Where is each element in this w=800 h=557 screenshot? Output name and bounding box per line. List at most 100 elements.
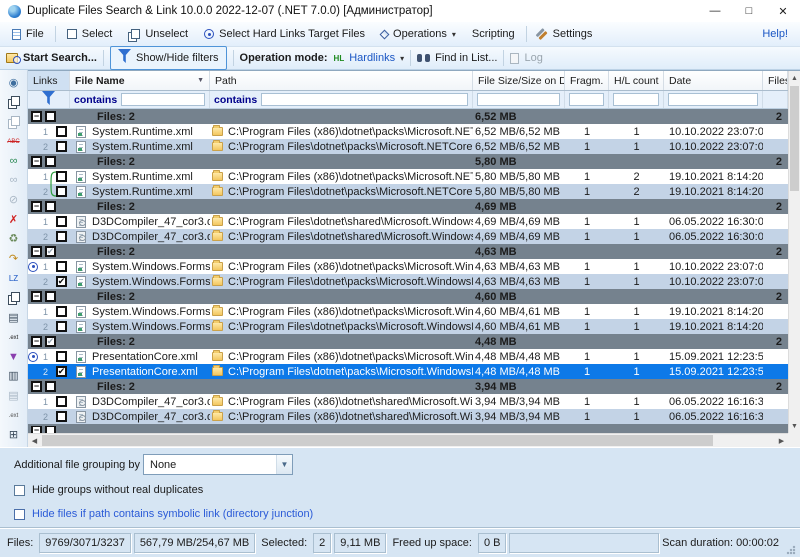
file-checkbox[interactable] (56, 321, 67, 332)
find-in-list-button[interactable]: Find in List... (417, 52, 497, 64)
file-checkbox[interactable] (56, 411, 67, 422)
filter-date-input[interactable] (668, 93, 758, 106)
group-row[interactable]: −Files: 24,60 MB2 (28, 289, 788, 304)
file-row[interactable]: 2System.Runtime.xmlC:\Program Files\dotn… (28, 139, 788, 154)
group-row[interactable]: −Files: 26,52 MB2 (28, 109, 788, 124)
horizontal-scrollbar[interactable]: ◀ ▶ (28, 433, 788, 447)
scroll-left-icon[interactable]: ◀ (28, 434, 41, 447)
file-row[interactable]: 1D3DCompiler_47_cor3.dllC:\Program Files… (28, 394, 788, 409)
layout-grid-icon[interactable]: ⊞ (5, 428, 23, 444)
menu-operations[interactable]: Operations▾ (373, 26, 464, 42)
copy-options-icon[interactable] (5, 291, 23, 307)
group-checkbox[interactable] (45, 381, 56, 392)
lz-compress-icon[interactable]: LZ (5, 271, 23, 287)
file-row[interactable]: 2System.Runtime.xmlC:\Program Files\dotn… (28, 184, 788, 199)
vertical-scrollbar[interactable]: ▲ ▼ (788, 71, 800, 433)
file-checkbox[interactable] (56, 171, 67, 182)
file-row[interactable]: 1PresentationCore.xmlC:\Program Files (x… (28, 349, 788, 364)
menu-select[interactable]: Select (59, 26, 121, 42)
file-checkbox[interactable] (56, 126, 67, 137)
break-links-disabled-icon[interactable]: ⊘ (5, 193, 23, 209)
group-row[interactable]: − (28, 424, 788, 433)
list-columns-icon[interactable]: ▥ (5, 369, 23, 385)
file-row[interactable]: 1System.Windows.Forms.xmlC:\Program File… (28, 304, 788, 319)
checkbox-box[interactable] (14, 509, 25, 520)
file-checkbox[interactable] (56, 216, 67, 227)
file-row[interactable]: 2D3DCompiler_47_cor3.dllC:\Program Files… (28, 409, 788, 424)
collapse-group-button[interactable]: − (31, 201, 42, 212)
group-checkbox[interactable] (45, 111, 56, 122)
file-checkbox[interactable]: ✔ (56, 276, 67, 287)
view-file-icon[interactable]: ◉ (5, 75, 23, 91)
collapse-group-button[interactable]: − (31, 246, 42, 257)
column-header-file-size-size-on-disk[interactable]: File Size/Size on Disk (473, 71, 565, 90)
select-copies-disabled-icon[interactable] (5, 114, 23, 130)
list-report-icon[interactable]: ▤ (5, 310, 23, 326)
select-by-extension-icon[interactable]: .ext (5, 330, 23, 346)
hide-groups-checkbox[interactable]: Hide groups without real duplicates (14, 484, 203, 496)
column-header-links[interactable]: Links (28, 71, 70, 90)
make-hardlinks-icon[interactable]: ∞ (5, 153, 23, 169)
collapse-group-button[interactable]: − (31, 111, 42, 122)
minimize-button[interactable]: — (698, 0, 732, 22)
column-header-path[interactable]: Path (210, 71, 473, 90)
group-checkbox[interactable] (45, 156, 56, 167)
column-header-file-name[interactable]: File Name▼ (70, 71, 210, 90)
combo-chevron-icon[interactable]: ▼ (276, 455, 292, 474)
filter-size-input[interactable] (477, 93, 560, 106)
collapse-group-button[interactable]: − (31, 156, 42, 167)
file-row[interactable]: 2✔System.Windows.Forms.xmlC:\Program Fil… (28, 274, 788, 289)
column-header-h-l-count[interactable]: H/L count (609, 71, 664, 90)
menu-scripting[interactable]: Scripting (464, 26, 523, 42)
file-checkbox[interactable] (56, 396, 67, 407)
file-checkbox[interactable]: ✔ (56, 366, 67, 377)
select-copies-icon[interactable] (5, 95, 23, 111)
maximize-button[interactable]: □ (732, 0, 766, 22)
group-checkbox[interactable] (45, 291, 56, 302)
group-row[interactable]: −Files: 23,94 MB2 (28, 379, 788, 394)
hide-symlink-checkbox[interactable]: Hide files if path contains symbolic lin… (14, 508, 313, 520)
horizontal-scroll-thumb[interactable] (42, 435, 713, 446)
log-button[interactable]: Log (510, 52, 542, 64)
file-row[interactable]: 1System.Runtime.xmlC:\Program Files (x86… (28, 124, 788, 139)
file-row[interactable]: 1System.Windows.Forms.xmlC:\Program File… (28, 259, 788, 274)
start-search-button[interactable]: Start Search... (6, 52, 97, 64)
close-button[interactable]: ✕ (766, 0, 800, 22)
menu-unselect[interactable]: Unselect (120, 26, 196, 42)
file-checkbox[interactable] (56, 141, 67, 152)
checkbox-box[interactable] (14, 485, 25, 496)
group-row[interactable]: −Files: 25,80 MB2 (28, 154, 788, 169)
list-disabled-icon[interactable]: ▤ (5, 389, 23, 405)
scroll-up-icon[interactable]: ▲ (789, 71, 800, 85)
file-row[interactable]: 1System.Runtime.xmlC:\Program Files (x86… (28, 169, 788, 184)
extension-report-icon[interactable]: .ext (5, 408, 23, 424)
group-checkbox[interactable]: ✔ (45, 336, 56, 347)
group-checkbox[interactable]: ✔ (45, 246, 56, 257)
menu-select-hard-links-target-files[interactable]: Select Hard Links Target Files (196, 26, 373, 42)
collapse-group-button[interactable]: − (31, 381, 42, 392)
group-row[interactable]: −Files: 24,69 MB2 (28, 199, 788, 214)
scroll-right-icon[interactable]: ▶ (775, 434, 788, 447)
mask-select-icon[interactable]: ABC (5, 134, 23, 150)
recycle-bin-icon[interactable]: ♻ (5, 232, 23, 248)
menu-file[interactable]: File (4, 26, 52, 42)
menu-help[interactable]: Help! (762, 28, 796, 40)
filter-hl-count-input[interactable] (613, 93, 659, 106)
menu-settings[interactable]: Settings (530, 26, 601, 42)
show-hide-filters-button[interactable]: Show/Hide filters (110, 46, 227, 70)
group-row[interactable]: −✔Files: 24,48 MB2 (28, 334, 788, 349)
grouping-select[interactable]: None ▼ (143, 454, 293, 475)
file-checkbox[interactable] (56, 261, 67, 272)
file-checkbox[interactable] (56, 186, 67, 197)
operation-mode-dropdown[interactable]: HL Hardlinks ▾ (334, 52, 405, 64)
file-row[interactable]: 2D3DCompiler_47_cor3.dllC:\Program Files… (28, 229, 788, 244)
collapse-group-button[interactable]: − (31, 336, 42, 347)
file-row[interactable]: 2System.Windows.Forms.xmlC:\Program File… (28, 319, 788, 334)
filter-fragm-input[interactable] (569, 93, 604, 106)
filter-purple-icon[interactable]: ▼ (5, 349, 23, 365)
group-checkbox[interactable] (45, 426, 56, 433)
column-header-files[interactable]: Files (763, 71, 788, 90)
file-checkbox[interactable] (56, 351, 67, 362)
filter-filename-input[interactable] (121, 93, 205, 106)
file-checkbox[interactable] (56, 231, 67, 242)
